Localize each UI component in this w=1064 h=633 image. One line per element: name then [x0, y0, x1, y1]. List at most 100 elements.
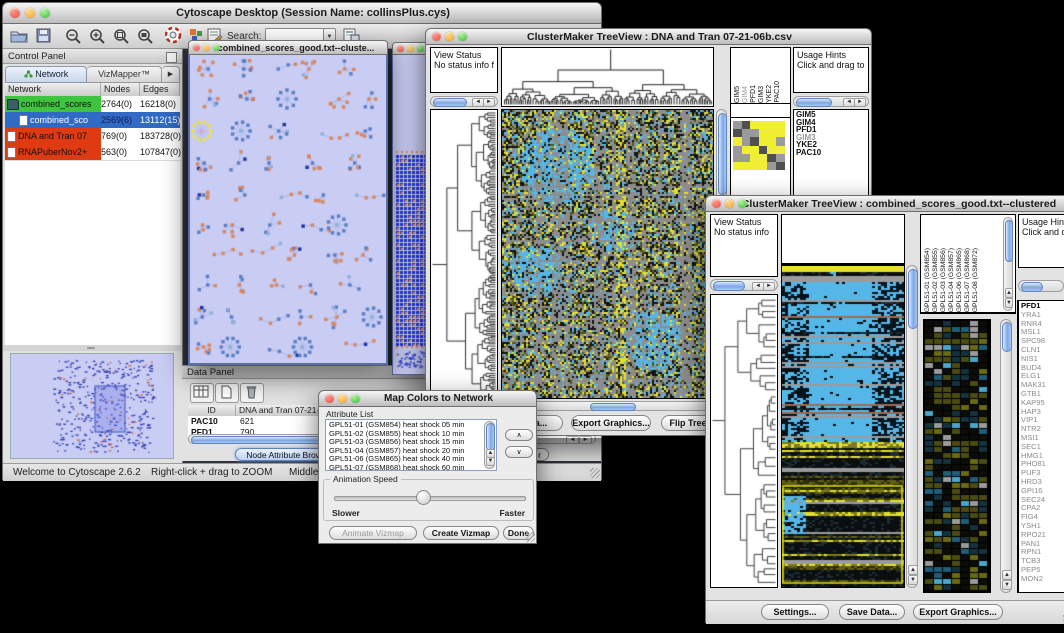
- gene-label[interactable]: PAC10: [796, 149, 868, 157]
- tv2-save-data-button[interactable]: Save Data...: [839, 604, 905, 620]
- zoom-button[interactable]: [213, 44, 220, 51]
- save-icon[interactable]: [36, 28, 51, 48]
- birdseye-canvas[interactable]: [11, 354, 173, 458]
- tab-vizmapper[interactable]: VizMapper™: [87, 66, 162, 83]
- resize-grip[interactable]: [590, 468, 600, 478]
- tv1-column-dendrogram[interactable]: [501, 47, 714, 107]
- listbox-vscrollbar[interactable]: ▲ ▼: [484, 421, 495, 469]
- col-edges[interactable]: Edges: [140, 83, 180, 96]
- zoom-out-icon[interactable]: [65, 28, 82, 49]
- treeview1-titlebar[interactable]: ClusterMaker TreeView : DNA and Tran 07-…: [425, 28, 872, 45]
- zoom-selected-icon[interactable]: [113, 28, 130, 49]
- tv2-row-dendrogram[interactable]: [710, 294, 778, 588]
- network-view-1-canvas[interactable]: [190, 55, 386, 361]
- vscroll-thumb[interactable]: [486, 423, 495, 451]
- hscroll-thumb[interactable]: [590, 403, 636, 411]
- zoom-button[interactable]: [351, 394, 360, 403]
- vscroll-thumb[interactable]: [908, 269, 918, 329]
- zoom-button[interactable]: [417, 45, 424, 52]
- zoom-in-icon[interactable]: [89, 28, 106, 49]
- zoom-button[interactable]: [738, 199, 747, 208]
- panel-splitter[interactable]: [3, 345, 182, 351]
- close-button[interactable]: [397, 45, 404, 52]
- close-button[interactable]: [712, 199, 721, 208]
- dialog-titlebar[interactable]: Map Colors to Network: [318, 390, 537, 407]
- close-button[interactable]: [432, 32, 441, 41]
- network-row[interactable]: combined_scores 2764(0) 16218(0): [5, 96, 180, 112]
- vscroll-thumb[interactable]: [1005, 220, 1013, 262]
- scroll-up-arrow[interactable]: ▲: [1002, 570, 1012, 580]
- treeview2-titlebar[interactable]: ClusterMaker TreeView : combined_scores_…: [705, 195, 1064, 212]
- speed-slider-thumb[interactable]: [416, 490, 431, 505]
- zoom-button[interactable]: [40, 8, 50, 18]
- scroll-up-arrow[interactable]: ▲: [1005, 288, 1013, 298]
- id-column-header[interactable]: ID: [188, 405, 236, 416]
- tab-overflow-arrow[interactable]: ▶: [162, 66, 180, 83]
- resize-grip[interactable]: [525, 532, 535, 542]
- col-nodes[interactable]: Nodes: [101, 83, 140, 96]
- scroll-up-arrow[interactable]: ▲: [908, 565, 918, 575]
- hscroll-thumb[interactable]: [1021, 282, 1043, 292]
- tv2-vscrollbar[interactable]: ▲ ▼: [906, 265, 918, 588]
- new-file-icon[interactable]: [215, 383, 239, 403]
- minimize-button[interactable]: [407, 45, 414, 52]
- tv1-export-graphics-button[interactable]: Export Graphics...: [571, 415, 651, 431]
- tv1-left-hscrollbar[interactable]: ◄ ►: [430, 96, 498, 107]
- help-lifering-icon[interactable]: [165, 27, 182, 49]
- attribute-list-item[interactable]: GPL51-07 (GSM868) heat shock 60 min: [329, 464, 496, 472]
- minimize-button[interactable]: [25, 8, 35, 18]
- minimize-button[interactable]: [338, 394, 347, 403]
- scroll-right-arrow[interactable]: ►: [854, 98, 866, 107]
- animate-vizmap-button[interactable]: Animate Vizmap: [329, 526, 417, 540]
- vscroll-thumb[interactable]: [718, 113, 727, 195]
- move-up-button[interactable]: ∧: [505, 429, 533, 441]
- scroll-right-arrow[interactable]: ►: [763, 282, 775, 291]
- close-button[interactable]: [193, 44, 200, 51]
- tv1-summary-heatmap[interactable]: [733, 121, 785, 170]
- tv1-heatmap[interactable]: [501, 109, 714, 399]
- hscroll-thumb[interactable]: [713, 281, 745, 291]
- create-vizmap-button[interactable]: Create Vizmap: [423, 526, 499, 540]
- float-panel-icon[interactable]: [166, 52, 177, 63]
- minimize-button[interactable]: [203, 44, 210, 51]
- move-down-button[interactable]: ∨: [505, 446, 533, 458]
- minimize-button[interactable]: [445, 32, 454, 41]
- tv2-labels-vscrollbar[interactable]: ▲ ▼: [1003, 217, 1013, 311]
- minimize-button[interactable]: [725, 199, 734, 208]
- attribute-listbox[interactable]: GPL51-01 (GSM854) heat shock 05 minGPL51…: [325, 419, 497, 471]
- table-icon[interactable]: [190, 383, 214, 403]
- network-row[interactable]: RNAPuberNov2+ 563(0) 107847(0): [5, 144, 180, 160]
- close-button[interactable]: [10, 8, 20, 18]
- hscroll-thumb[interactable]: [433, 98, 467, 107]
- tv2-heatmap[interactable]: [781, 265, 905, 588]
- network-window-1-titlebar[interactable]: combined_scores_good.txt--cluste...: [188, 40, 388, 55]
- gene-label[interactable]: MON2: [1021, 575, 1064, 584]
- tv2-settings-button[interactable]: Settings...: [761, 604, 829, 620]
- tv1-right-hscrollbar[interactable]: ◄ ►: [793, 96, 869, 107]
- network-row[interactable]: combined_sco 2569(6) 13112(15): [5, 112, 180, 128]
- scroll-down-arrow[interactable]: ▼: [486, 457, 495, 466]
- trash-icon[interactable]: [240, 383, 264, 403]
- open-folder-icon[interactable]: [10, 28, 28, 48]
- tv2-left-hscrollbar[interactable]: ◄ ►: [710, 279, 778, 291]
- scroll-right-arrow[interactable]: ►: [483, 98, 495, 107]
- scroll-down-arrow[interactable]: ▼: [1002, 580, 1012, 590]
- main-titlebar[interactable]: Cytoscape Desktop (Session Name: collins…: [2, 2, 602, 24]
- close-button[interactable]: [325, 394, 334, 403]
- tab-network[interactable]: Network: [5, 66, 87, 83]
- col-network[interactable]: Network: [5, 83, 101, 96]
- hscroll-thumb[interactable]: [796, 98, 832, 107]
- network-row[interactable]: DNA and Tran 07 769(0) 183728(0): [5, 128, 180, 144]
- vscroll-thumb[interactable]: [1002, 322, 1012, 352]
- zoom-fit-icon[interactable]: [137, 28, 154, 49]
- tv2-right-hscrollbar[interactable]: [1018, 280, 1064, 292]
- scroll-down-arrow[interactable]: ▼: [908, 575, 918, 585]
- tv2-export-graphics-button[interactable]: Export Graphics...: [913, 604, 1003, 620]
- birdseye-view[interactable]: [10, 353, 174, 459]
- tv2-zoom-heatmap[interactable]: [923, 319, 991, 593]
- tv2-zoom-vscrollbar[interactable]: ▲ ▼: [1000, 319, 1012, 593]
- zoom-button[interactable]: [458, 32, 467, 41]
- tv1-row-dendrogram[interactable]: [430, 109, 498, 399]
- network-list-empty-area[interactable]: [5, 160, 180, 345]
- scroll-down-arrow[interactable]: ▼: [1005, 298, 1013, 308]
